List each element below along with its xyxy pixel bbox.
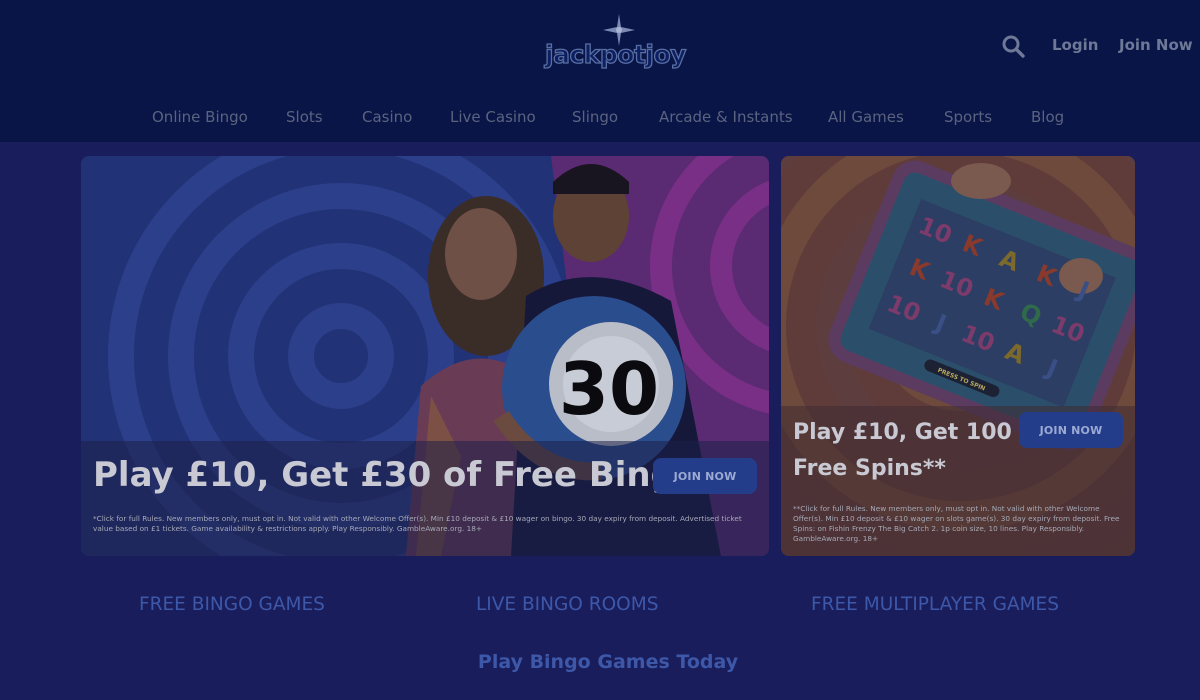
logo-wordmark: jackpotjoy <box>544 39 687 69</box>
free-multiplayer-games-link[interactable]: FREE MULTIPLAYER GAMES <box>811 594 1059 615</box>
section-heading: Play Bingo Games Today <box>477 651 739 673</box>
bingo-ball-number: 30 <box>559 347 659 431</box>
nav-item-sports[interactable]: Sports <box>944 108 992 126</box>
bingo-promo-terms[interactable]: *Click for full Rules. New members only,… <box>93 514 753 534</box>
nav-item-arcade-instants[interactable]: Arcade & Instants <box>659 108 793 126</box>
join-now-link[interactable]: Join Now <box>1119 36 1193 54</box>
search-icon[interactable] <box>1001 34 1025 58</box>
slots-promo-banner[interactable]: PRESS TO SPIN 10 K A K J K 10 K Q 10 10 … <box>781 156 1135 556</box>
banner-background-art: 30 <box>81 156 769 556</box>
nav-item-online-bingo[interactable]: Online Bingo <box>152 108 248 126</box>
nav-item-live-casino[interactable]: Live Casino <box>450 108 536 126</box>
nav-item-slots[interactable]: Slots <box>286 108 323 126</box>
reel-symbol: 10 <box>1047 310 1089 349</box>
nav-item-slingo[interactable]: Slingo <box>572 108 618 126</box>
nav-item-all-games[interactable]: All Games <box>828 108 904 126</box>
slots-promo-title-line1: Play £10, Get 100 <box>793 420 1012 445</box>
bingo-join-now-button[interactable]: JOIN NOW <box>653 458 757 494</box>
jackpotjoy-logo[interactable]: jackpotjoy <box>544 14 687 76</box>
slots-promo-title-line2: Free Spins** <box>793 456 946 481</box>
reel-symbol: J <box>1074 275 1094 306</box>
nav-item-blog[interactable]: Blog <box>1031 108 1064 126</box>
nav-item-casino[interactable]: Casino <box>362 108 412 126</box>
bingo-promo-banner[interactable]: 30 Play £10, Get £30 of Free Bingo* JOIN… <box>81 156 769 556</box>
slots-join-now-button[interactable]: JOIN NOW <box>1019 412 1123 448</box>
reel-symbol: J <box>1042 353 1062 384</box>
main-nav: Online Bingo Slots Casino Live Casino Sl… <box>0 108 1200 128</box>
bingo-promo-title: Play £10, Get £30 of Free Bingo* <box>93 455 717 495</box>
slots-promo-title: Play £10, Get 100 Free Spins** <box>793 415 1012 487</box>
live-bingo-rooms-link[interactable]: LIVE BINGO ROOMS <box>476 594 658 615</box>
login-link[interactable]: Login <box>1052 36 1098 54</box>
site-header: jackpotjoy Login Join Now Online Bingo S… <box>0 0 1200 142</box>
free-bingo-games-link[interactable]: FREE BINGO GAMES <box>139 594 325 615</box>
slots-promo-terms[interactable]: **Click for full Rules. New members only… <box>793 504 1127 544</box>
